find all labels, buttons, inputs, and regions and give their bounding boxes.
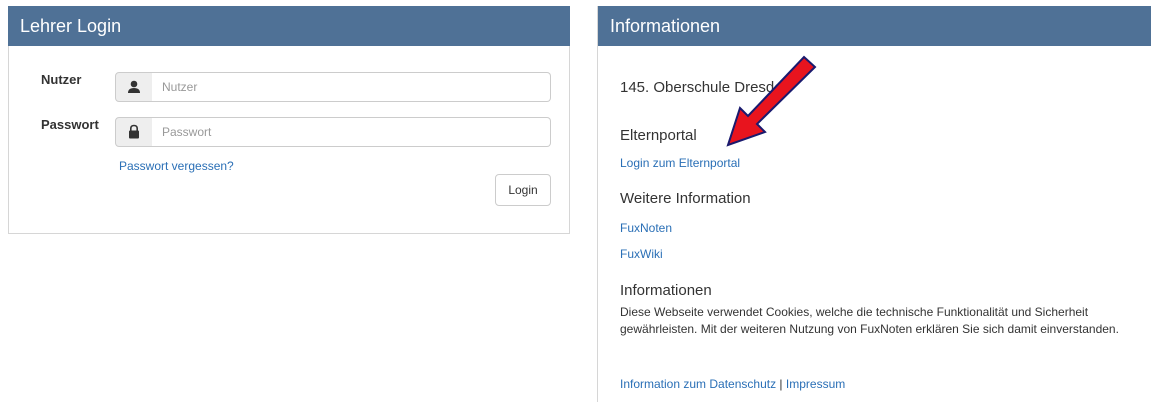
more-info-heading: Weitere Information bbox=[620, 190, 751, 207]
footer-links: Information zum Datenschutz | Impressum bbox=[620, 377, 845, 391]
school-name: 145. Oberschule Dresden bbox=[620, 79, 791, 96]
user-input[interactable] bbox=[152, 72, 551, 102]
login-panel: Lehrer Login Nutzer Passwort Pass bbox=[8, 6, 570, 234]
login-panel-title: Lehrer Login bbox=[8, 6, 570, 46]
login-button[interactable]: Login bbox=[495, 174, 551, 206]
password-label: Passwort bbox=[41, 117, 99, 132]
cookie-notice: Diese Webseite verwendet Cookies, welche… bbox=[620, 305, 1119, 336]
link-separator: | bbox=[779, 377, 783, 391]
lock-icon bbox=[115, 117, 153, 147]
password-input[interactable] bbox=[152, 117, 551, 147]
info-panel-title: Informationen bbox=[598, 6, 1151, 46]
informationen-heading: Informationen bbox=[620, 282, 712, 299]
elternportal-login-link[interactable]: Login zum Elternportal bbox=[620, 156, 740, 170]
impressum-link[interactable]: Impressum bbox=[786, 377, 845, 391]
elternportal-heading: Elternportal bbox=[620, 127, 697, 144]
user-input-group bbox=[115, 72, 551, 102]
info-panel: Informationen 145. Oberschule Dresden El… bbox=[597, 6, 1151, 402]
user-icon bbox=[115, 72, 153, 102]
password-input-group bbox=[115, 117, 551, 147]
fuxnoten-link[interactable]: FuxNoten bbox=[620, 221, 672, 235]
forgot-password-link[interactable]: Passwort vergessen? bbox=[119, 159, 234, 173]
user-label: Nutzer bbox=[41, 72, 82, 87]
fuxwiki-link[interactable]: FuxWiki bbox=[620, 247, 663, 261]
datenschutz-link[interactable]: Information zum Datenschutz bbox=[620, 377, 776, 391]
